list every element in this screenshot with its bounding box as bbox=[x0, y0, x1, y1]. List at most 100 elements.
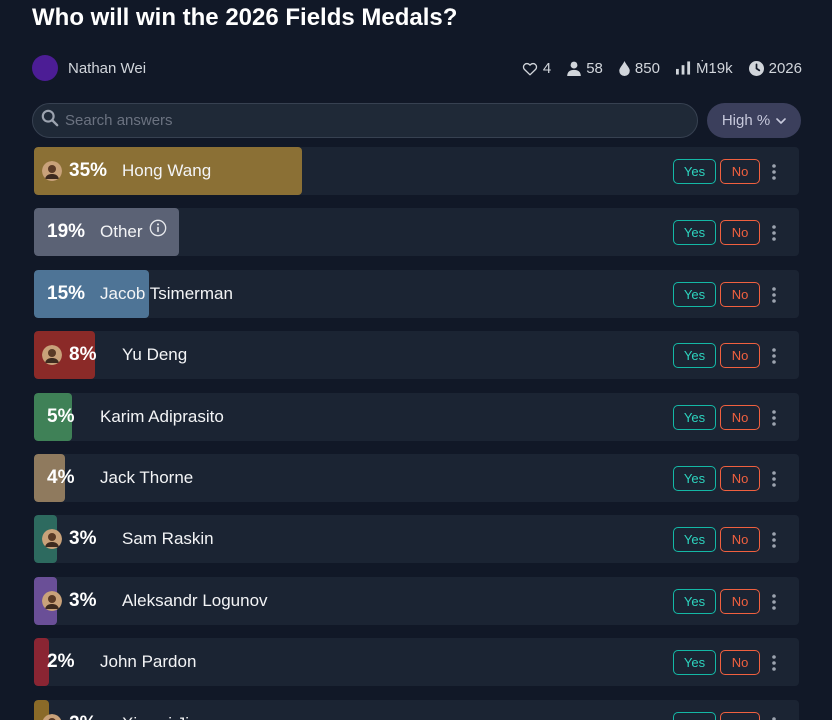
volume-amount: Ṁ19k bbox=[695, 59, 733, 77]
answer-probability: 3% bbox=[69, 528, 97, 549]
answer-name-text: Jack Thorne bbox=[100, 468, 194, 487]
no-button[interactable]: No bbox=[720, 712, 760, 720]
answer-name-text: Sam Raskin bbox=[122, 529, 214, 548]
no-button[interactable]: No bbox=[720, 527, 760, 552]
answer-probability: 2% bbox=[47, 651, 75, 672]
answer-name: Xinwei Jiang bbox=[122, 700, 217, 720]
heart-icon bbox=[522, 61, 538, 76]
answer-probability: 3% bbox=[69, 590, 97, 611]
liquidity-stat: 850 bbox=[619, 60, 660, 77]
traders-stat: 58 bbox=[567, 60, 603, 77]
more-options-icon[interactable] bbox=[765, 282, 783, 307]
author-block[interactable]: Nathan Wei bbox=[32, 54, 146, 82]
author-name[interactable]: Nathan Wei bbox=[68, 60, 146, 77]
clock-icon bbox=[748, 60, 764, 76]
traders-count: 58 bbox=[586, 59, 603, 77]
answer-name-text: John Pardon bbox=[100, 652, 197, 671]
search-bar bbox=[32, 103, 698, 138]
answer-name-text: Other bbox=[100, 222, 143, 241]
sort-dropdown[interactable]: High % bbox=[707, 103, 801, 138]
answer-row[interactable]: 15% Jacob Tsimerman Yes No bbox=[34, 270, 799, 318]
answer-name: Yu Deng bbox=[122, 331, 187, 379]
answer-probability: 4% bbox=[47, 467, 75, 488]
yes-button[interactable]: Yes bbox=[673, 527, 716, 552]
yes-button[interactable]: Yes bbox=[673, 650, 716, 675]
likes-count: 4 bbox=[542, 59, 552, 77]
answer-name: Other bbox=[100, 208, 167, 256]
yes-button[interactable]: Yes bbox=[673, 589, 716, 614]
no-button[interactable]: No bbox=[720, 220, 760, 245]
answer-name: Aleksandr Logunov bbox=[122, 577, 268, 625]
answer-name: Sam Raskin bbox=[122, 515, 214, 563]
yes-button[interactable]: Yes bbox=[673, 466, 716, 491]
answer-probability: 2% bbox=[69, 700, 96, 720]
answer-row[interactable]: 35% Hong Wang Yes No bbox=[34, 147, 799, 195]
yes-button[interactable]: Yes bbox=[673, 343, 716, 368]
answer-row[interactable]: 19% Other Yes No bbox=[34, 208, 799, 256]
more-options-icon[interactable] bbox=[765, 712, 783, 720]
yes-button[interactable]: Yes bbox=[673, 220, 716, 245]
answer-probability: 15% bbox=[47, 283, 86, 304]
no-button[interactable]: No bbox=[720, 282, 760, 307]
author-avatar[interactable] bbox=[32, 55, 58, 81]
answer-row[interactable]: 5% Karim Adiprasito Yes No bbox=[34, 393, 799, 441]
more-options-icon[interactable] bbox=[765, 405, 783, 430]
answer-name: Jacob Tsimerman bbox=[100, 270, 233, 318]
answer-row[interactable]: 2% Xinwei Jiang Yes No bbox=[34, 700, 799, 720]
answer-name: Hong Wang bbox=[122, 147, 211, 195]
page-title: Who will win the 2026 Fields Medals? bbox=[32, 4, 458, 31]
answer-name: Jack Thorne bbox=[100, 454, 193, 502]
no-button[interactable]: No bbox=[720, 650, 760, 675]
yes-button[interactable]: Yes bbox=[673, 405, 716, 430]
user-icon bbox=[567, 61, 582, 76]
bar-chart-icon bbox=[675, 61, 691, 75]
no-button[interactable]: No bbox=[720, 466, 760, 491]
answer-name-text: Karim Adiprasito bbox=[100, 407, 224, 426]
answer-name-text: Hong Wang bbox=[122, 161, 212, 180]
more-options-icon[interactable] bbox=[765, 589, 783, 614]
yes-button[interactable]: Yes bbox=[673, 282, 716, 307]
answer-avatar[interactable] bbox=[42, 591, 62, 611]
yes-button[interactable]: Yes bbox=[673, 159, 716, 184]
answer-row[interactable]: 2% John Pardon Yes No bbox=[34, 638, 799, 686]
close-date-stat: 2026 bbox=[748, 59, 802, 77]
no-button[interactable]: No bbox=[720, 159, 760, 184]
answer-name: John Pardon bbox=[100, 638, 196, 686]
more-options-icon[interactable] bbox=[765, 527, 783, 552]
answer-name-text: Jacob Tsimerman bbox=[100, 284, 233, 303]
answer-row[interactable]: 4% Jack Thorne Yes No bbox=[34, 454, 799, 502]
volume-stat: Ṁ19k bbox=[675, 59, 733, 77]
more-options-icon[interactable] bbox=[765, 650, 783, 675]
answer-probability: 19% bbox=[47, 221, 86, 242]
close-year: 2026 bbox=[768, 59, 802, 77]
answer-probability: 5% bbox=[47, 406, 75, 427]
more-options-icon[interactable] bbox=[765, 466, 783, 491]
no-button[interactable]: No bbox=[720, 343, 760, 368]
answer-name-text: Yu Deng bbox=[122, 345, 188, 364]
search-input[interactable] bbox=[65, 112, 697, 129]
answer-name: Karim Adiprasito bbox=[100, 393, 224, 441]
chevron-down-icon bbox=[776, 112, 786, 129]
answer-avatar[interactable] bbox=[42, 529, 62, 549]
answer-row[interactable]: 8% Yu Deng Yes No bbox=[34, 331, 799, 379]
more-options-icon[interactable] bbox=[765, 220, 783, 245]
search-icon bbox=[41, 109, 59, 132]
answer-avatar[interactable] bbox=[42, 345, 62, 365]
answer-probability: 35% bbox=[69, 160, 108, 181]
likes-stat[interactable]: 4 bbox=[522, 60, 551, 77]
answer-row[interactable]: 3% Sam Raskin Yes No bbox=[34, 515, 799, 563]
no-button[interactable]: No bbox=[720, 405, 760, 430]
liquidity-amount: 850 bbox=[634, 59, 660, 77]
more-options-icon[interactable] bbox=[765, 159, 783, 184]
answer-name-text: Aleksandr Logunov bbox=[122, 591, 268, 610]
droplet-icon bbox=[619, 60, 630, 76]
sort-label: High % bbox=[721, 112, 771, 129]
answer-row[interactable]: 3% Aleksandr Logunov Yes No bbox=[34, 577, 799, 625]
answer-avatar[interactable] bbox=[42, 161, 62, 181]
no-button[interactable]: No bbox=[720, 589, 760, 614]
market-stats: 4 58 850 Ṁ19k 2026 bbox=[522, 58, 802, 78]
answer-name-text: Xinwei Jiang bbox=[122, 700, 217, 720]
yes-button[interactable]: Yes bbox=[673, 712, 716, 720]
info-icon[interactable] bbox=[149, 208, 167, 256]
more-options-icon[interactable] bbox=[765, 343, 783, 368]
